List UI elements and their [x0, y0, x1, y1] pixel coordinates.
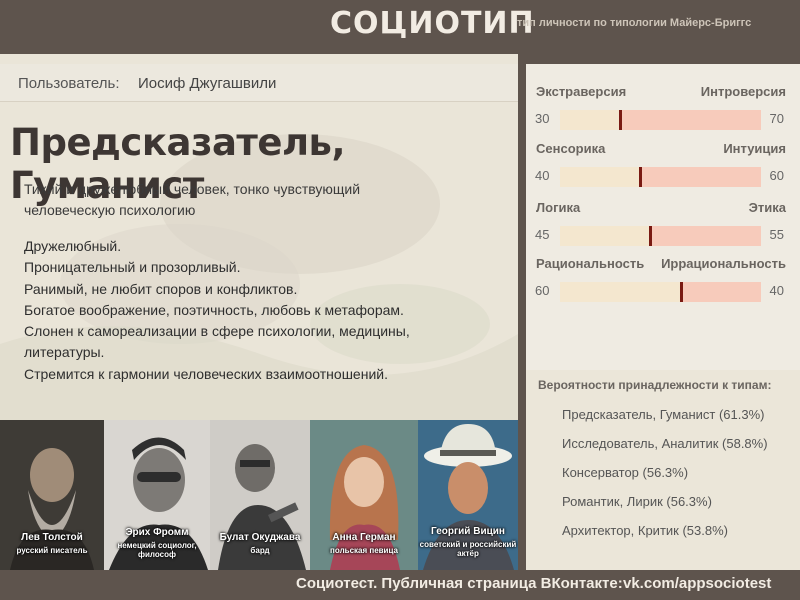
scale-extraversion-introversion: Экстраверсия Интроверсия 30 70: [526, 84, 800, 140]
type-summary: Тихий и дружелюбный человек, тонко чувст…: [24, 181, 361, 218]
dichotomy-scales: Экстраверсия Интроверсия 30 70 Сенсорика…: [526, 64, 800, 370]
scale-bar: [560, 110, 761, 130]
portrait-name: Эрих Фромм: [125, 527, 189, 538]
scale-bar-fill: [560, 282, 681, 302]
scale-left-value: 60: [535, 283, 550, 298]
type-probabilities: Вероятности принадлежности к типам: Пред…: [526, 370, 800, 570]
portrait-role: философ: [137, 550, 176, 559]
probability-item: Предсказатель, Гуманист (61.3%): [562, 407, 765, 422]
scale-marker: [679, 282, 683, 302]
header-bar: СОЦИОТИП тип личности по типологии Майер…: [0, 0, 800, 54]
portrait-role: бард: [250, 546, 270, 555]
trait-item: Слонен к самореализации в сфере психолог…: [24, 323, 410, 361]
famous-people-strip: Лев Толстой русский писатель Эрих Фромм …: [0, 420, 518, 570]
portrait-role: немецкий социолог,: [117, 541, 197, 550]
trait-list: Дружелюбный. Проницательный и прозорливы…: [24, 236, 494, 385]
portrait-card: Булат Окуджава бард: [210, 420, 310, 570]
user-row: Пользователь: Иосиф Джугашвили: [0, 64, 518, 102]
portrait-role: актёр: [457, 549, 479, 558]
portrait-card: Георгий Вицин советский и российский акт…: [418, 420, 518, 570]
scale-bar-fill: [560, 110, 621, 130]
footer-bar: Социотест. Публичная страница ВКонтакте:…: [0, 570, 800, 600]
probability-item: Консерватор (56.3%): [562, 465, 689, 480]
probability-item: Архитектор, Критик (53.8%): [562, 523, 728, 538]
user-label: Пользователь:: [18, 75, 120, 92]
results-sidebar: Экстраверсия Интроверсия 30 70 Сенсорика…: [518, 54, 800, 570]
scale-bar: [560, 167, 761, 187]
portrait-name: Лев Толстой: [21, 532, 83, 543]
scale-right-label: Иррациональность: [661, 256, 786, 271]
scale-marker: [639, 167, 643, 187]
scale-logic-ethics: Логика Этика 45 55: [526, 200, 800, 256]
trait-item: Проницательный и прозорливый.: [24, 259, 241, 276]
scale-right-value: 70: [769, 111, 784, 126]
scale-left-label: Сенсорика: [536, 141, 606, 156]
scale-left-value: 30: [535, 111, 550, 126]
vk-page-link[interactable]: vk.com/appsociotest: [623, 575, 771, 592]
scale-right-value: 60: [769, 168, 784, 183]
scale-marker: [649, 226, 653, 246]
scale-bar: [560, 226, 761, 246]
portrait-role: польская певица: [330, 546, 398, 555]
portrait-card: Эрих Фромм немецкий социолог, философ: [104, 420, 210, 570]
brand-tagline: тип личности по типологии Майерс-Бриггс: [517, 17, 752, 29]
trait-item: Стремится к гармонии человеческих взаимо…: [24, 365, 388, 382]
scale-right-value: 55: [769, 227, 784, 242]
type-description-panel: Пользователь: Иосиф Джугашвили Предсказа…: [0, 54, 518, 420]
portrait-name: Анна Герман: [332, 532, 396, 543]
scale-right-value: 40: [769, 283, 784, 298]
trait-item: Богатое воображение, поэтичность, любовь…: [24, 301, 404, 318]
scale-bar: [560, 282, 761, 302]
portrait-name: Булат Окуджава: [219, 532, 301, 543]
scale-left-value: 45: [535, 227, 550, 242]
scale-right-label: Интуиция: [723, 141, 786, 156]
scale-bar-fill: [560, 167, 641, 187]
portrait-card: Лев Толстой русский писатель: [0, 420, 104, 570]
portrait-name: Георгий Вицин: [431, 526, 505, 537]
probabilities-title: Вероятности принадлежности к типам:: [538, 378, 772, 392]
scale-bar-fill: [560, 226, 651, 246]
portrait-role: русский писатель: [16, 546, 88, 555]
footer-text: Социотест. Публичная страница ВКонтакте:: [296, 575, 623, 592]
scale-judging-perceiving: Рациональность Иррациональность 60 40: [526, 256, 800, 312]
scale-right-label: Этика: [748, 200, 786, 215]
portrait-role: советский и российский: [419, 540, 517, 549]
scale-left-label: Экстраверсия: [536, 84, 627, 99]
scale-left-label: Логика: [536, 200, 581, 215]
portrait-card: Анна Герман польская певица: [310, 420, 418, 570]
trait-item: Дружелюбный.: [24, 238, 122, 254]
brand-title: СОЦИОТИП: [330, 6, 535, 41]
scale-marker: [619, 110, 623, 130]
user-name: Иосиф Джугашвили: [138, 75, 277, 92]
trait-item: Ранимый, не любит споров и конфликтов.: [24, 280, 298, 297]
scale-left-value: 40: [535, 168, 550, 183]
scale-right-label: Интроверсия: [700, 84, 786, 99]
scale-sensing-intuition: Сенсорика Интуиция 40 60: [526, 141, 800, 197]
probability-item: Исследователь, Аналитик (58.8%): [562, 436, 768, 451]
scale-left-label: Рациональность: [536, 256, 645, 271]
probability-item: Романтик, Лирик (56.3%): [562, 494, 712, 509]
